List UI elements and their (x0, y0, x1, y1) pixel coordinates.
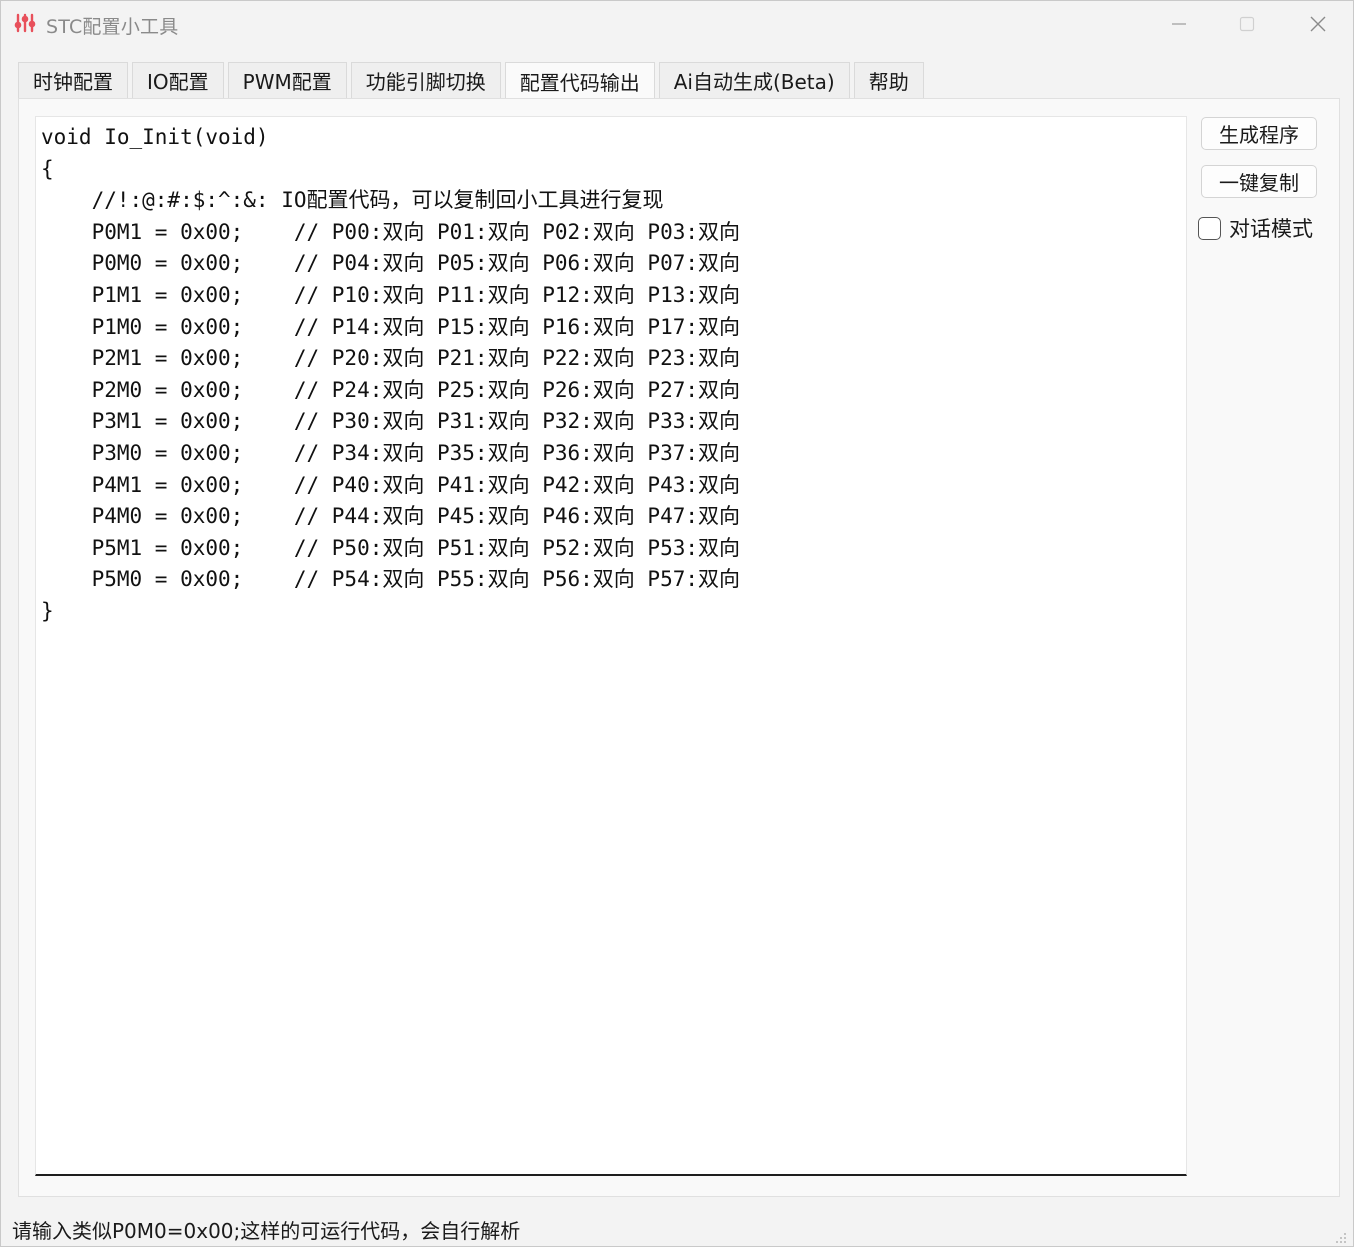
dialog-mode-toggle[interactable]: 对话模式 (1198, 214, 1313, 242)
tab-clock-config[interactable]: 时钟配置 (18, 62, 128, 98)
close-button[interactable] (1295, 7, 1341, 41)
tab-help[interactable]: 帮助 (853, 62, 924, 98)
code-line: P4M1 = 0x00; // P40:双向 P41:双向 P42:双向 P43… (41, 472, 741, 497)
status-text: 请输入类似P0M0=0x00;这样的可运行代码，会自行解析 (12, 1219, 521, 1243)
code-line: //!:@:#:$:^:&: IO配置代码，可以复制回小工具进行复现 (41, 188, 664, 213)
code-line: P1M1 = 0x00; // P10:双向 P11:双向 P12:双向 P13… (41, 282, 741, 307)
code-editor[interactable]: void Io_Init(void) { //!:@:#:$:^:&: IO配置代… (35, 116, 1187, 1176)
code-line: P3M0 = 0x00; // P34:双向 P35:双向 P36:双向 P37… (41, 440, 741, 465)
copy-all-button[interactable]: 一键复制 (1201, 165, 1317, 198)
code-line: { (41, 156, 54, 181)
maximize-button[interactable] (1224, 7, 1270, 41)
code-text: void Io_Init(void) { //!:@:#:$:^:&: IO配置代… (41, 122, 740, 628)
code-line: P0M0 = 0x00; // P04:双向 P05:双向 P06:双向 P07… (41, 251, 741, 276)
tab-io-config[interactable]: IO配置 (132, 62, 224, 98)
minimize-button[interactable] (1156, 7, 1202, 41)
tab-bar: 时钟配置 IO配置 PWM配置 功能引脚切换 配置代码输出 Ai自动生成(Bet… (18, 62, 928, 99)
dialog-mode-checkbox[interactable] (1198, 216, 1221, 240)
generate-program-button[interactable]: 生成程序 (1201, 117, 1317, 150)
tab-ai-generate[interactable]: Ai自动生成(Beta) (658, 62, 850, 98)
code-line: P0M1 = 0x00; // P00:双向 P01:双向 P02:双向 P03… (41, 219, 741, 244)
minimize-icon (1171, 16, 1187, 32)
resize-grip-icon[interactable] (1335, 1229, 1347, 1243)
code-line: P5M1 = 0x00; // P50:双向 P51:双向 P52:双向 P53… (41, 535, 741, 560)
tab-code-output[interactable]: 配置代码输出 (504, 62, 655, 99)
tab-pin-switch[interactable]: 功能引脚切换 (350, 62, 501, 98)
maximize-icon (1239, 16, 1255, 32)
code-line: void Io_Init(void) (41, 125, 269, 149)
close-icon (1309, 15, 1327, 33)
window-title: STC配置小工具 (46, 16, 179, 38)
code-line: P2M1 = 0x00; // P20:双向 P21:双向 P22:双向 P23… (41, 346, 741, 371)
code-line: P2M0 = 0x00; // P24:双向 P25:双向 P26:双向 P27… (41, 377, 741, 402)
code-line: P3M1 = 0x00; // P30:双向 P31:双向 P32:双向 P33… (41, 409, 741, 434)
code-line: } (41, 598, 54, 623)
tab-panel: void Io_Init(void) { //!:@:#:$:^:&: IO配置代… (18, 98, 1340, 1197)
code-line: P4M0 = 0x00; // P44:双向 P45:双向 P46:双向 P47… (41, 504, 741, 529)
tab-pwm-config[interactable]: PWM配置 (227, 62, 347, 98)
code-line: P1M0 = 0x00; // P14:双向 P15:双向 P16:双向 P17… (41, 314, 741, 339)
dialog-mode-label: 对话模式 (1229, 217, 1313, 241)
title-bar[interactable]: STC配置小工具 (1, 1, 1353, 47)
app-window: STC配置小工具 时钟配置 IO配置 PWM配置 功能引脚切换 配置代码输出 A… (0, 0, 1354, 1247)
equalizer-icon (14, 12, 36, 34)
code-line: P5M0 = 0x00; // P54:双向 P55:双向 P56:双向 P57… (41, 567, 741, 592)
